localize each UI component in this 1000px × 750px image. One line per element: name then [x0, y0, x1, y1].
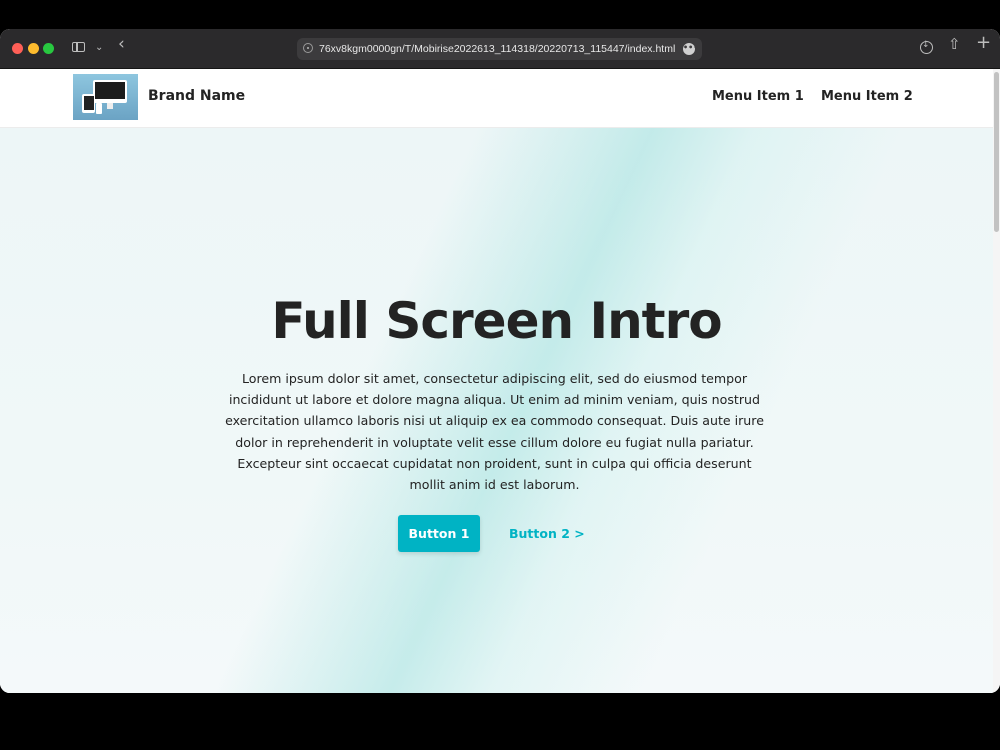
minimize-window-button[interactable]	[28, 43, 39, 54]
download-icon[interactable]	[920, 40, 933, 54]
brand-name[interactable]: Brand Name	[148, 88, 245, 104]
hero-section: Full Screen Intro Lorem ipsum dolor sit …	[0, 128, 993, 693]
chevron-down-icon[interactable]: ⌄	[95, 41, 103, 54]
share-icon[interactable]: ⇧	[948, 37, 961, 52]
menu-item-2[interactable]: Menu Item 2	[821, 89, 913, 104]
new-tab-icon[interactable]: +	[976, 34, 991, 52]
button-2[interactable]: Button 2 >	[509, 515, 585, 552]
back-arrow-icon[interactable]: ‹	[118, 36, 125, 53]
page-viewport: Brand Name Menu Item 1 Menu Item 2 Full …	[0, 69, 1000, 693]
hero-title: Full Screen Intro	[271, 292, 722, 350]
menu-item-1[interactable]: Menu Item 1	[712, 89, 804, 104]
close-window-button[interactable]	[12, 43, 23, 54]
scrollbar-thumb[interactable]	[994, 72, 999, 232]
url-text[interactable]: 76xv8kgm0000gn/T/Mobirise2022613_114318/…	[319, 42, 675, 56]
scrollbar[interactable]	[993, 69, 1000, 693]
privacy-icon	[303, 43, 313, 53]
phone-icon	[96, 103, 102, 114]
browser-toolbar: ⌄ ‹ 76xv8kgm0000gn/T/Mobirise2022613_114…	[0, 29, 1000, 69]
monitor-icon	[93, 80, 127, 103]
brand-logo[interactable]	[73, 74, 138, 120]
address-bar[interactable]: 76xv8kgm0000gn/T/Mobirise2022613_114318/…	[297, 38, 702, 60]
more-options-icon[interactable]: •••	[683, 43, 698, 55]
monitor-stand-icon	[107, 103, 113, 109]
browser-window: ⌄ ‹ 76xv8kgm0000gn/T/Mobirise2022613_114…	[0, 29, 1000, 693]
tablet-icon	[82, 94, 95, 113]
sidebar-toggle-icon[interactable]	[72, 42, 85, 52]
hero-text: Lorem ipsum dolor sit amet, consectetur …	[225, 371, 764, 493]
site-navbar: Brand Name Menu Item 1 Menu Item 2	[0, 69, 993, 128]
button-1[interactable]: Button 1	[398, 515, 480, 552]
zoom-window-button[interactable]	[43, 43, 54, 54]
